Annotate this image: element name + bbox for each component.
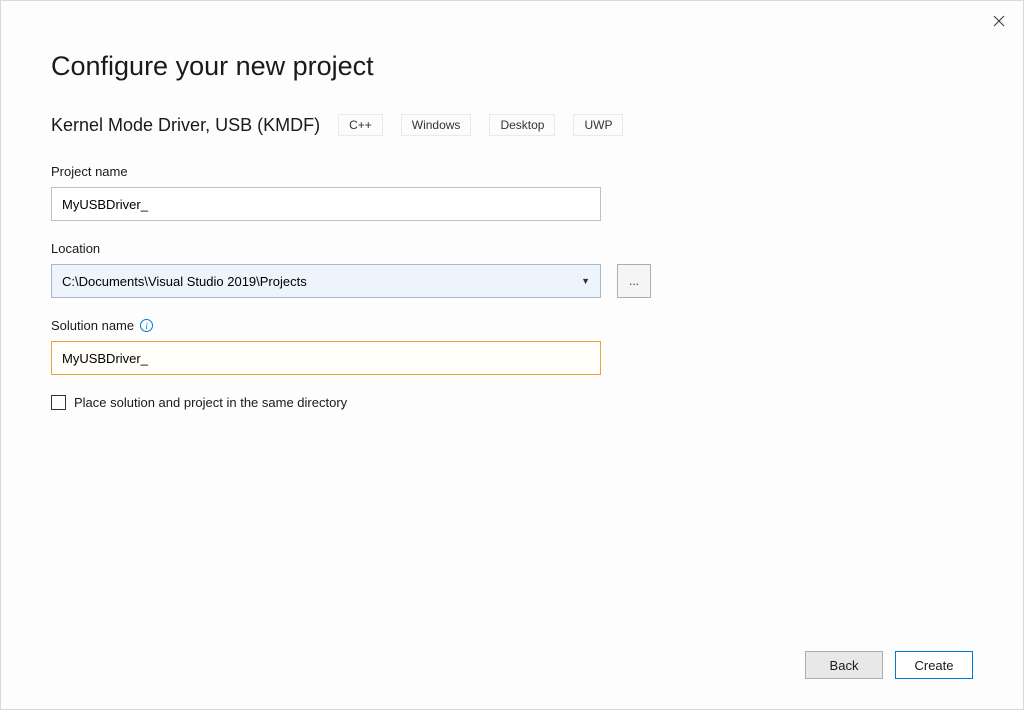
close-button[interactable]: [989, 11, 1009, 31]
location-label: Location: [51, 241, 973, 256]
project-name-group: Project name: [51, 164, 973, 221]
solution-name-group: Solution name i: [51, 318, 973, 375]
footer: Back Create: [805, 651, 973, 679]
project-name-input[interactable]: [51, 187, 601, 221]
tag-uwp: UWP: [573, 114, 623, 136]
back-button[interactable]: Back: [805, 651, 883, 679]
same-directory-label: Place solution and project in the same d…: [74, 395, 347, 410]
template-row: Kernel Mode Driver, USB (KMDF) C++ Windo…: [51, 114, 973, 136]
tag-cpp: C++: [338, 114, 383, 136]
tag-windows: Windows: [401, 114, 472, 136]
location-row: C:\Documents\Visual Studio 2019\Projects…: [51, 264, 973, 298]
project-name-label: Project name: [51, 164, 973, 179]
tag-desktop: Desktop: [489, 114, 555, 136]
dialog-content: Configure your new project Kernel Mode D…: [1, 1, 1023, 410]
location-value: C:\Documents\Visual Studio 2019\Projects: [62, 274, 581, 289]
info-icon[interactable]: i: [140, 319, 153, 332]
solution-name-input[interactable]: [51, 341, 601, 375]
same-directory-checkbox[interactable]: [51, 395, 66, 410]
location-group: Location C:\Documents\Visual Studio 2019…: [51, 241, 973, 298]
create-button[interactable]: Create: [895, 651, 973, 679]
template-name: Kernel Mode Driver, USB (KMDF): [51, 115, 320, 136]
solution-name-label-text: Solution name: [51, 318, 134, 333]
same-directory-row: Place solution and project in the same d…: [51, 395, 973, 410]
browse-button[interactable]: ...: [617, 264, 651, 298]
location-combo[interactable]: C:\Documents\Visual Studio 2019\Projects…: [51, 264, 601, 298]
page-title: Configure your new project: [51, 51, 973, 82]
solution-name-label: Solution name i: [51, 318, 973, 333]
chevron-down-icon: ▼: [581, 276, 590, 286]
